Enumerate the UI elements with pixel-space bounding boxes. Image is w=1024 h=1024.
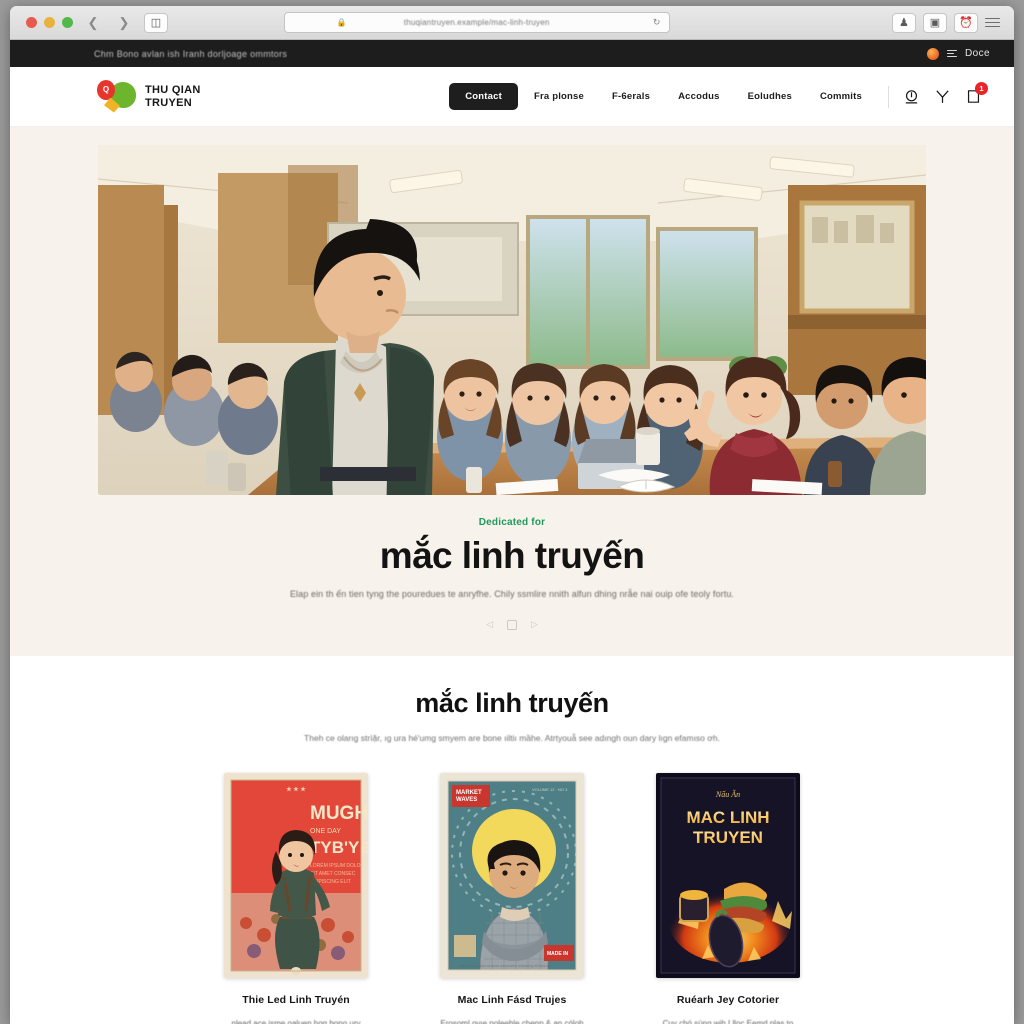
nav-item-contact[interactable]: Contact <box>449 83 518 110</box>
page-viewport: Chm Bono avlan ish Iranh dorljoage ommto… <box>10 40 1014 1024</box>
announcement-message: Chm Bono avlan ish Iranh dorljoage ommto… <box>94 48 288 59</box>
poster-mac-linh-truyen-dark[interactable]: Nấu Ăn MAC LINH TRUYEN <box>656 773 800 978</box>
svg-text:ONE DAY: ONE DAY <box>310 828 341 835</box>
maximize-window-button[interactable] <box>62 17 73 28</box>
svg-text:Nấu Ăn: Nấu Ăn <box>715 790 740 799</box>
sidebar-toggle-icon[interactable]: ◫ <box>144 12 168 33</box>
url-text: thuqiantruyen.example/mac-linh-truyen <box>403 18 550 27</box>
browser-window: ❮ ❯ ◫ 🔒 thuqiantruyen.example/mac-linh-t… <box>10 6 1014 1024</box>
svg-text:MADE IN: MADE IN <box>547 951 569 957</box>
hero-copy: Dedicated for mắc linh truyến Elap ein t… <box>10 495 1014 630</box>
filter-funnel-icon[interactable] <box>934 88 951 105</box>
document-badge: 1 <box>975 82 988 95</box>
language-label[interactable]: Doce <box>965 48 990 59</box>
svg-text:MUGH: MUGH <box>310 803 368 824</box>
carousel-pause-icon[interactable] <box>507 619 517 630</box>
svg-text:TRUYEN: TRUYEN <box>693 828 763 847</box>
screen-root: ❮ ❯ ◫ 🔒 thuqiantruyen.example/mac-linh-t… <box>0 0 1024 1024</box>
brand-name: THU QIAN TRUYEN <box>145 84 201 110</box>
list-icon[interactable] <box>947 49 958 58</box>
logo-mark-icon: Q <box>94 79 136 114</box>
card-title: Mac Linh Fásd Trujes <box>457 994 567 1006</box>
card-title: Thie Led Linh Truyén <box>242 994 350 1006</box>
classroom-illustration-icon <box>98 145 926 495</box>
close-window-button[interactable] <box>26 17 37 28</box>
svg-text:MARKET: MARKET <box>456 790 482 796</box>
hero-title: mắc linh truyến <box>379 535 645 576</box>
announcement-bar: Chm Bono avlan ish Iranh dorljoage ommto… <box>10 40 1014 67</box>
nav-divider <box>888 85 889 108</box>
svg-text:VOLUME 12 · NO 3: VOLUME 12 · NO 3 <box>532 787 568 792</box>
svg-text:TYB'YB: TYB'YB <box>310 838 368 857</box>
profile-icon[interactable]: ♟ <box>891 12 916 33</box>
svg-text:WAVES: WAVES <box>456 797 477 803</box>
svg-text:SIT AMET CONSEC: SIT AMET CONSEC <box>310 871 356 877</box>
reload-icon[interactable]: ↻ <box>653 17 661 28</box>
svg-text:MAC LINH: MAC LINH <box>686 808 769 827</box>
card-item[interactable]: Nấu Ăn MAC LINH TRUYEN Ruéarh Jey Cotori… <box>656 773 800 1024</box>
nav-item-fra-plonse[interactable]: Fra plonse <box>522 84 596 109</box>
svg-text:★ ★ ★: ★ ★ ★ <box>286 786 306 793</box>
announcement-actions: Doce <box>927 47 990 60</box>
carousel-controls: ◁ ▷ <box>10 619 1014 630</box>
nav-item-accodus[interactable]: Accodus <box>666 84 732 109</box>
brand-logo[interactable]: Q THU QIAN TRUYEN <box>94 79 201 114</box>
hamburger-menu-icon[interactable] <box>984 17 1000 28</box>
site-header: Q THU QIAN TRUYEN Contact Fra plonse F-6… <box>10 67 1014 127</box>
card-title: Ruéarh Jey Cotorier <box>676 994 780 1006</box>
section-title: mắc linh truyến <box>415 688 609 718</box>
minimize-window-button[interactable] <box>44 17 55 28</box>
brand-name-line2: TRUYEN <box>145 96 193 109</box>
poster-portrait-teal[interactable]: MARKET WAVES VOLUME 12 · NO 3 MADE IN Lo… <box>440 773 584 978</box>
window-traffic-lights <box>26 17 73 28</box>
header-icon-group: 1 <box>903 82 988 105</box>
history-icon[interactable]: ⏰ <box>953 12 978 33</box>
nav-item-eoludhes[interactable]: Eoludhes <box>736 84 804 109</box>
address-bar[interactable]: 🔒 thuqiantruyen.example/mac-linh-truyen … <box>283 12 670 33</box>
featured-section: mắc linh truyến Theh ce olarıg strìặr, ı… <box>10 656 1014 1024</box>
card-description: Cuy chó sùng wih I lloc Eemd plas to roo… <box>662 1019 794 1024</box>
lock-icon: 🔒 <box>336 18 347 27</box>
carousel-prev-icon[interactable]: ◁ <box>486 619 493 630</box>
main-navigation: Contact Fra plonse F-6erals Accodus Eolu… <box>449 82 988 110</box>
browser-toolbar-actions: ♟ ▣ ⏰ <box>891 12 1004 33</box>
svg-text:LORÉM IPSUM DOLOR: LORÉM IPSUM DOLOR <box>310 862 365 869</box>
hero-subtitle: Elap ein th ến tien tyng the pouredues t… <box>289 589 735 599</box>
section-subtitle: Theh ce olarıg strìặr, ıg ura hé'umg smy… <box>304 733 720 743</box>
card-description: nlead ace isme oaluen hog bono ury yen c… <box>231 1019 361 1024</box>
nav-item-commits[interactable]: Commits <box>808 84 874 109</box>
hero-image <box>98 145 926 495</box>
hero-section: Dedicated for mắc linh truyến Elap ein t… <box>10 127 1014 656</box>
card-grid: ★ ★ ★ MUGH ONE DAY TYB'YB LORÉM IPSUM DO… <box>10 773 1014 1024</box>
browser-toolbar: ❮ ❯ ◫ 🔒 thuqiantruyen.example/mac-linh-t… <box>10 6 1014 40</box>
extensions-icon[interactable]: ▣ <box>922 12 947 33</box>
logo-red-balloon-icon: Q <box>97 79 115 100</box>
poster-much-tyb-yb[interactable]: ★ ★ ★ MUGH ONE DAY TYB'YB LORÉM IPSUM DO… <box>224 773 368 978</box>
back-button[interactable]: ❮ <box>82 13 104 33</box>
globe-icon[interactable] <box>927 47 940 60</box>
card-item[interactable]: ★ ★ ★ MUGH ONE DAY TYB'YB LORÉM IPSUM DO… <box>224 773 368 1024</box>
carousel-next-icon[interactable]: ▷ <box>531 619 538 630</box>
nav-item-f6erals[interactable]: F-6erals <box>600 84 662 109</box>
card-item[interactable]: MARKET WAVES VOLUME 12 · NO 3 MADE IN Lo… <box>440 773 584 1024</box>
card-description: Erosoml ovıe poleeble chenp & an cóloh s… <box>440 1019 584 1024</box>
brand-name-line1: THU QIAN <box>145 83 201 96</box>
svg-text:Lorem ipsum dolor sit amet con: Lorem ipsum dolor sit amet consectetur a… <box>458 964 550 968</box>
info-circle-icon[interactable] <box>903 88 920 105</box>
hero-eyebrow: Dedicated for <box>478 517 546 528</box>
document-icon[interactable]: 1 <box>965 82 988 105</box>
forward-button[interactable]: ❯ <box>113 13 135 33</box>
